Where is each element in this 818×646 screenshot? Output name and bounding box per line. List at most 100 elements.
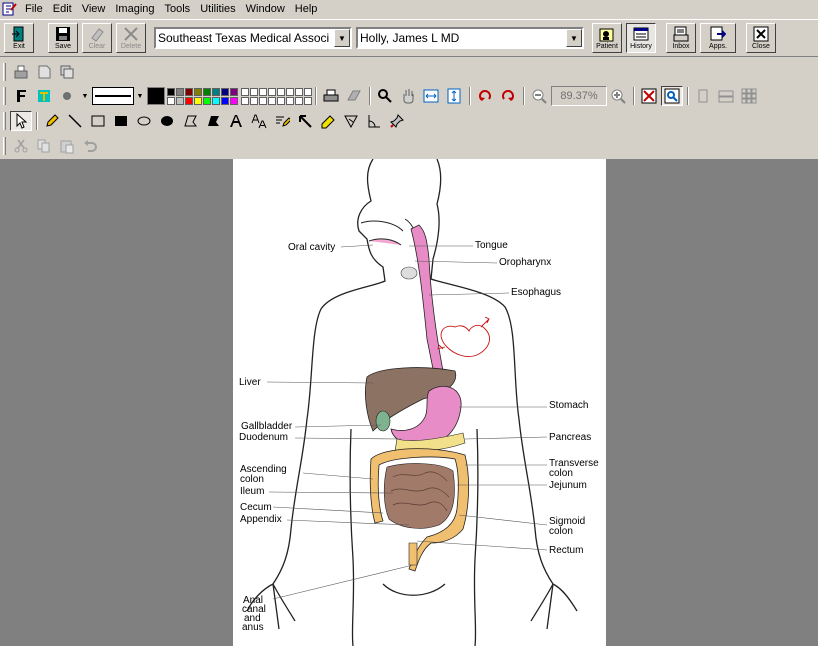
magnify-button[interactable]: [374, 86, 396, 106]
line-style-select[interactable]: [92, 87, 134, 105]
custom-color-swatch[interactable]: [286, 87, 294, 96]
color-swatch[interactable]: [203, 96, 211, 105]
zoom-level[interactable]: 89.37%: [551, 86, 607, 106]
fit-height-button[interactable]: [443, 86, 465, 106]
save-button[interactable]: Save: [48, 23, 78, 53]
zoom-in-button[interactable]: [607, 86, 629, 106]
filled-rectangle-tool[interactable]: [110, 111, 132, 131]
highlighter-tool[interactable]: [317, 111, 339, 131]
image-workspace[interactable]: Oral cavity Tongue Oropharynx Esophagus …: [0, 159, 818, 646]
two-page-button[interactable]: [715, 86, 737, 106]
toolbar-grip[interactable]: [3, 63, 6, 81]
color-swatch[interactable]: [230, 96, 238, 105]
color-palette[interactable]: [167, 87, 238, 105]
pages-button[interactable]: [56, 62, 78, 82]
menu-window[interactable]: Window: [242, 1, 291, 17]
line-tool[interactable]: [64, 111, 86, 131]
color-swatch[interactable]: [176, 87, 184, 96]
note-tool[interactable]: [271, 111, 293, 131]
organization-select[interactable]: Southeast Texas Medical Associ ▼: [154, 27, 352, 49]
color-swatch[interactable]: [194, 96, 202, 105]
custom-color-swatch[interactable]: [241, 96, 249, 105]
color-swatch[interactable]: [167, 96, 175, 105]
fill-button[interactable]: [56, 86, 78, 106]
provider-select[interactable]: Holly, James L MD ▼: [356, 27, 584, 49]
fit-width-button[interactable]: [420, 86, 442, 106]
toolbar-grip[interactable]: [3, 87, 6, 105]
text-tool[interactable]: [225, 111, 247, 131]
color-swatch[interactable]: [167, 87, 175, 96]
rotate-right-button[interactable]: [497, 86, 519, 106]
toolbar-grip[interactable]: [3, 112, 6, 130]
menu-edit[interactable]: Edit: [49, 1, 78, 17]
custom-color-swatch[interactable]: [295, 87, 303, 96]
stamp-tool[interactable]: [340, 111, 362, 131]
color-swatch[interactable]: [185, 96, 193, 105]
chevron-down-icon[interactable]: ▼: [566, 29, 582, 47]
copy-button[interactable]: [33, 136, 55, 156]
color-swatch[interactable]: [203, 87, 211, 96]
custom-color-swatch[interactable]: [268, 87, 276, 96]
font-button[interactable]: [10, 86, 32, 106]
undo-button[interactable]: [79, 136, 101, 156]
chevron-down-icon[interactable]: ▼: [334, 29, 350, 47]
color-swatch[interactable]: [212, 87, 220, 96]
actual-size-button[interactable]: [661, 86, 683, 106]
custom-color-swatch[interactable]: [286, 96, 294, 105]
color-swatch[interactable]: [194, 87, 202, 96]
close-button[interactable]: Close: [746, 23, 776, 53]
pan-button[interactable]: [397, 86, 419, 106]
fill-dropdown[interactable]: ▼: [79, 86, 91, 106]
color-swatch[interactable]: [212, 96, 220, 105]
custom-color-swatch[interactable]: [241, 87, 249, 96]
ellipse-tool[interactable]: [133, 111, 155, 131]
color-swatch[interactable]: [230, 87, 238, 96]
toolbar-grip[interactable]: [3, 137, 6, 155]
custom-color-swatch[interactable]: [268, 96, 276, 105]
angle-tool[interactable]: [363, 111, 385, 131]
line-style-dropdown[interactable]: ▼: [134, 86, 146, 106]
custom-color-swatch[interactable]: [259, 96, 267, 105]
history-button[interactable]: History: [626, 23, 656, 53]
filled-ellipse-tool[interactable]: [156, 111, 178, 131]
current-color-swatch[interactable]: [147, 87, 165, 105]
acquire-button[interactable]: [33, 62, 55, 82]
print-button[interactable]: [320, 86, 342, 106]
color-swatch[interactable]: [176, 96, 184, 105]
polygon-tool[interactable]: [179, 111, 201, 131]
color-swatch[interactable]: [221, 96, 229, 105]
inbox-button[interactable]: Inbox: [666, 23, 696, 53]
menu-imaging[interactable]: Imaging: [111, 1, 160, 17]
rectangle-tool[interactable]: [87, 111, 109, 131]
delete-button[interactable]: Delete: [116, 23, 146, 53]
custom-color-swatch[interactable]: [304, 96, 312, 105]
pencil-tool[interactable]: [41, 111, 63, 131]
apps-button[interactable]: Apps.: [700, 23, 736, 53]
custom-color-swatch[interactable]: [277, 96, 285, 105]
custom-color-swatch[interactable]: [295, 96, 303, 105]
custom-color-swatch[interactable]: [259, 87, 267, 96]
custom-color-swatch[interactable]: [304, 87, 312, 96]
cut-button[interactable]: [10, 136, 32, 156]
fit-page-button[interactable]: [638, 86, 660, 106]
menu-view[interactable]: View: [78, 1, 112, 17]
scan-button[interactable]: [10, 62, 32, 82]
arrow-tool[interactable]: [294, 111, 316, 131]
custom-color-swatch[interactable]: [277, 87, 285, 96]
thumbnail-button[interactable]: [738, 86, 760, 106]
filled-polygon-tool[interactable]: [202, 111, 224, 131]
text-color-button[interactable]: [33, 86, 55, 106]
pin-tool[interactable]: [386, 111, 408, 131]
text-style-tool[interactable]: [248, 111, 270, 131]
rotate-left-button[interactable]: [474, 86, 496, 106]
fax-button[interactable]: [343, 86, 365, 106]
menu-tools[interactable]: Tools: [161, 1, 197, 17]
color-swatch[interactable]: [185, 87, 193, 96]
document-page[interactable]: Oral cavity Tongue Oropharynx Esophagus …: [233, 159, 606, 646]
single-page-button[interactable]: [692, 86, 714, 106]
paste-button[interactable]: [56, 136, 78, 156]
menu-file[interactable]: File: [21, 1, 49, 17]
color-swatch[interactable]: [221, 87, 229, 96]
custom-color-palette[interactable]: [241, 87, 312, 105]
patient-button[interactable]: Patient: [592, 23, 622, 53]
